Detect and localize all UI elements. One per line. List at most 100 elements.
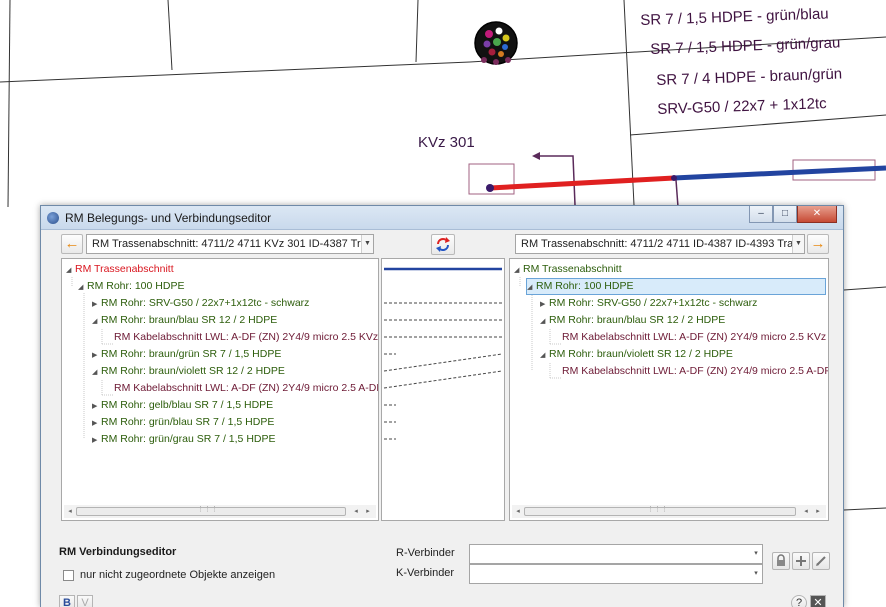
- tree-node-rohr-braun-violett-right[interactable]: ◢ RM Rohr: braun/violett SR 12 / 2 HDPE: [540, 346, 733, 363]
- tree-node-rohr-gruen-blau[interactable]: ▶ RM Rohr: grün/blau SR 7 / 1,5 HDPE: [92, 414, 274, 431]
- expand-triangle-icon[interactable]: ▶: [92, 398, 101, 415]
- scroll-thumb[interactable]: ⋮⋮⋮: [76, 506, 346, 516]
- tree-node-label: RM Rohr: braun/blau SR 12 / 2 HDPE: [549, 314, 726, 326]
- unassigned-only-checkbox[interactable]: [63, 569, 74, 581]
- refresh-button[interactable]: [431, 234, 455, 255]
- tree-node-rohr-braun-blau[interactable]: ◢ RM Rohr: braun/blau SR 12 / 2 HDPE: [92, 312, 277, 329]
- tree-node-kabelabschnitt-1[interactable]: RM Kabelabschnitt LWL: A-DF (ZN) 2Y4/9 m…: [114, 329, 379, 346]
- tree-node-rohr-srv-g50-right[interactable]: ▶ RM Rohr: SRV-G50 / 22x7+1x12tc - schwar…: [540, 295, 757, 312]
- dialog-titlebar[interactable]: RM Belegungs- und Verbindungseditor – □ …: [41, 206, 843, 230]
- expand-triangle-icon[interactable]: ▶: [540, 296, 549, 313]
- pencil-icon: [816, 556, 826, 566]
- tab-v-button[interactable]: V: [77, 595, 93, 607]
- nav-left-arrow-button[interactable]: ←: [61, 234, 83, 254]
- tree-node-kabelabschnitt-2-right[interactable]: RM Kabelabschnitt LWL: A-DF (ZN) 2Y4/9 m…: [562, 363, 828, 380]
- expand-triangle-icon[interactable]: ◢: [92, 364, 101, 381]
- chevron-down-icon[interactable]: ▾: [750, 545, 762, 563]
- scroll-thumb[interactable]: ⋮⋮⋮: [524, 506, 796, 516]
- left-section-select-value: RM Trassenabschnitt: 4711/2 4711 KVz 301…: [92, 238, 373, 250]
- tree-node-label: RM Rohr: braun/grün SR 7 / 1,5 HDPE: [101, 348, 282, 360]
- scroll-left-icon[interactable]: ◂: [64, 505, 76, 518]
- add-connection-button[interactable]: [792, 552, 810, 570]
- tree-node-rohr-100-hdpe-right-selected[interactable]: ◢ RM Rohr: 100 HDPE: [526, 278, 826, 295]
- expand-triangle-icon[interactable]: ▶: [92, 296, 101, 313]
- unassigned-only-label: nur nicht zugeordnete Objekte anzeigen: [80, 569, 276, 581]
- chevron-down-icon[interactable]: ▼: [361, 235, 373, 253]
- r-connector-select[interactable]: ▾: [469, 544, 763, 564]
- tree-node-label: RM Trassenabschnitt: [523, 263, 622, 275]
- scroll-right-icon[interactable]: ▸: [362, 505, 374, 518]
- cable-cross-section-icon[interactable]: [473, 20, 519, 66]
- left-horizontal-scrollbar[interactable]: ◂ ⋮⋮⋮ ◂ ▸: [64, 505, 376, 518]
- right-horizontal-scrollbar[interactable]: ◂ ⋮⋮⋮ ◂ ▸: [512, 505, 826, 518]
- tree-node-label: RM Rohr: grün/grau SR 7 / 1,5 HDPE: [101, 433, 276, 445]
- r-connector-label: R-Verbinder: [396, 547, 455, 559]
- expand-triangle-icon[interactable]: ◢: [514, 262, 523, 279]
- chevron-down-icon[interactable]: ▾: [750, 565, 762, 583]
- minimize-button[interactable]: –: [749, 206, 773, 223]
- dialog-title: RM Belegungs- und Verbindungseditor: [65, 211, 272, 225]
- window-controls: – □ ✕: [749, 206, 837, 224]
- tree-node-rohr-braun-gruen[interactable]: ▶ RM Rohr: braun/grün SR 7 / 1,5 HDPE: [92, 346, 281, 363]
- tree-node-kabelabschnitt-1-right[interactable]: RM Kabelabschnitt LWL: A-DF (ZN) 2Y4/9 m…: [562, 329, 828, 346]
- expand-triangle-icon[interactable]: ◢: [540, 347, 549, 364]
- tab-b-button[interactable]: B: [59, 595, 75, 607]
- app-globe-icon: [47, 212, 59, 224]
- expand-triangle-icon[interactable]: ◢: [78, 279, 87, 296]
- tree-node-label: RM Rohr: grün/blau SR 7 / 1,5 HDPE: [101, 416, 275, 428]
- unassigned-only-checkbox-row[interactable]: nur nicht zugeordnete Objekte anzeigen: [63, 569, 275, 581]
- tree-node-label: RM Kabelabschnitt LWL: A-DF (ZN) 2Y4/9 m…: [562, 331, 828, 343]
- expand-triangle-icon[interactable]: ◢: [66, 262, 75, 279]
- left-section-select[interactable]: RM Trassenabschnitt: 4711/2 4711 KVz 301…: [86, 234, 374, 254]
- expand-triangle-icon[interactable]: ▶: [92, 432, 101, 449]
- tree-node-trassenabschnitt-right[interactable]: ◢ RM Trassenabschnitt: [514, 261, 622, 278]
- tree-node-rohr-gruen-grau[interactable]: ▶ RM Rohr: grün/grau SR 7 / 1,5 HDPE: [92, 431, 276, 448]
- connection-lines-panel[interactable]: [381, 258, 505, 521]
- expand-triangle-icon[interactable]: ▶: [92, 415, 101, 432]
- connection-editor-title: RM Verbindungseditor: [59, 546, 177, 558]
- right-section-select-value: RM Trassenabschnitt: 4711/2 4711 ID-4387…: [521, 238, 805, 250]
- tree-node-rohr-srv-g50[interactable]: ▶ RM Rohr: SRV-G50 / 22x7+1x12tc - schwar…: [92, 295, 309, 312]
- tree-node-rohr-100-hdpe[interactable]: ◢ RM Rohr: 100 HDPE: [78, 278, 184, 295]
- tree-node-rohr-gelb-blau[interactable]: ▶ RM Rohr: gelb/blau SR 7 / 1,5 HDPE: [92, 397, 273, 414]
- k-connector-select[interactable]: ▾: [469, 564, 763, 584]
- tree-node-label: RM Rohr: braun/violett SR 12 / 2 HDPE: [549, 348, 733, 360]
- help-button[interactable]: ?: [791, 595, 807, 607]
- right-tree-panel[interactable]: ◢ RM Trassenabschnitt ◢ RM Rohr: 100 HDPE …: [509, 258, 829, 521]
- chevron-down-icon[interactable]: ▼: [792, 235, 804, 253]
- k-connector-label: K-Verbinder: [396, 567, 455, 579]
- refresh-icon: [436, 237, 450, 252]
- right-section-select[interactable]: RM Trassenabschnitt: 4711/2 4711 ID-4387…: [515, 234, 805, 254]
- expand-triangle-icon[interactable]: ◢: [92, 313, 101, 330]
- tree-node-label: RM Rohr: gelb/blau SR 7 / 1,5 HDPE: [101, 399, 274, 411]
- expand-triangle-icon[interactable]: ◢: [540, 313, 549, 330]
- connection-lines: [383, 267, 503, 440]
- close-window-button[interactable]: ✕: [797, 206, 837, 223]
- scroll-right-icon[interactable]: ▸: [812, 505, 824, 518]
- tree-node-label: RM Rohr: SRV-G50 / 22x7+1x12tc - schwarz: [549, 297, 758, 309]
- tree-node-label: RM Kabelabschnitt LWL: A-DF (ZN) 2Y4/9 m…: [114, 331, 379, 343]
- tree-node-label: RM Trassenabschnitt: [75, 263, 174, 275]
- tree-node-label: RM Rohr: braun/blau SR 12 / 2 HDPE: [101, 314, 278, 326]
- nav-right-arrow-button[interactable]: →: [807, 234, 829, 254]
- tree-node-label: RM Rohr: SRV-G50 / 22x7+1x12tc - schwarz: [101, 297, 310, 309]
- close-panel-button[interactable]: ✕: [810, 595, 826, 607]
- left-tree-panel[interactable]: ◢ RM Trassenabschnitt ◢ RM Rohr: 100 HDPE …: [61, 258, 379, 521]
- scroll-left-icon[interactable]: ◂: [800, 505, 812, 518]
- tree-node-rohr-braun-violett[interactable]: ◢ RM Rohr: braun/violett SR 12 / 2 HDPE: [92, 363, 285, 380]
- tree-node-label: RM Rohr: braun/violett SR 12 / 2 HDPE: [101, 365, 285, 377]
- scroll-left-icon[interactable]: ◂: [350, 505, 362, 518]
- tree-node-rohr-braun-blau-right[interactable]: ◢ RM Rohr: braun/blau SR 12 / 2 HDPE: [540, 312, 725, 329]
- scroll-left-icon[interactable]: ◂: [512, 505, 524, 518]
- maximize-button[interactable]: □: [773, 206, 797, 223]
- connect-plus-icon: [796, 556, 806, 566]
- tree-node-kabelabschnitt-2[interactable]: RM Kabelabschnitt LWL: A-DF (ZN) 2Y4/9 m…: [114, 380, 378, 397]
- scroll-grip: ⋮⋮⋮: [197, 506, 218, 513]
- scroll-grip: ⋮⋮⋮: [647, 506, 668, 513]
- tree-node-trassenabschnitt[interactable]: ◢ RM Trassenabschnitt: [66, 261, 174, 278]
- expand-triangle-icon[interactable]: ▶: [92, 347, 101, 364]
- edit-connection-button[interactable]: [812, 552, 830, 570]
- map-label-kvz: KVz 301: [418, 134, 475, 151]
- expand-triangle-icon[interactable]: ◢: [527, 280, 536, 295]
- lock-button[interactable]: [772, 552, 790, 570]
